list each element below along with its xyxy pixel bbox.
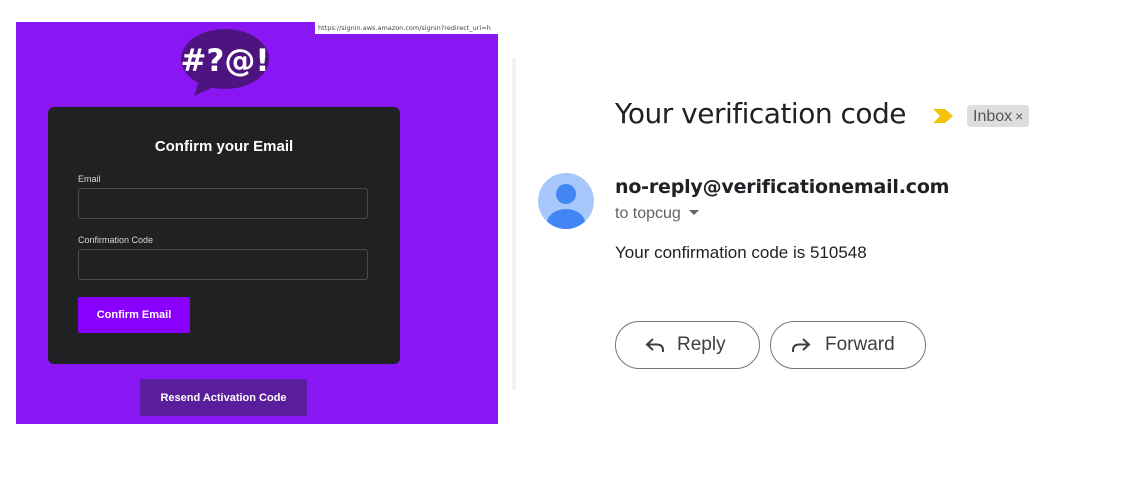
confirmation-code-input[interactable] — [78, 249, 368, 280]
email-body: Your confirmation code is 510548 — [615, 243, 867, 262]
recipient-text: to topcug — [615, 205, 681, 222]
email-subject: Your verification code — [615, 97, 907, 130]
default-avatar-icon[interactable] — [538, 173, 594, 229]
inbox-label[interactable]: Inbox × — [967, 105, 1030, 127]
recipient-line[interactable]: to topcug — [615, 205, 699, 223]
confirm-email-button[interactable]: Confirm Email — [78, 297, 190, 333]
divider — [512, 58, 516, 390]
forward-arrow-icon — [792, 338, 811, 352]
card-title: Confirm your Email — [154, 138, 294, 155]
inbox-label-text: Inbox — [973, 108, 1013, 125]
email-label: Email — [78, 174, 101, 184]
signin-panel: https://signin.aws.amazon.com/signin?red… — [16, 22, 498, 424]
url-bar[interactable]: https://signin.aws.amazon.com/signin?red… — [315, 22, 498, 34]
screenshot: https://signin.aws.amazon.com/signin?red… — [0, 0, 1126, 501]
reply-button[interactable]: Reply — [615, 321, 760, 369]
remove-label-icon[interactable]: × — [1015, 108, 1023, 124]
sender-address: no-reply@verificationemail.com — [615, 176, 950, 198]
logo-text: #?@! — [180, 43, 269, 79]
confirm-email-card: Confirm your Email Email Confirmation Co… — [48, 107, 400, 364]
speech-bubble-logo: #?@! — [180, 26, 270, 98]
caret-down-icon[interactable] — [688, 210, 699, 215]
forward-button-label: Forward — [825, 334, 895, 355]
reply-button-label: Reply — [677, 334, 726, 355]
reply-arrow-icon — [645, 338, 664, 352]
resend-activation-code-button[interactable]: Resend Activation Code — [140, 379, 307, 416]
email-input[interactable] — [78, 188, 368, 219]
forward-button[interactable]: Forward — [770, 321, 926, 369]
confirmation-code-label: Confirmation Code — [78, 235, 154, 245]
importance-marker-icon[interactable] — [933, 109, 953, 123]
